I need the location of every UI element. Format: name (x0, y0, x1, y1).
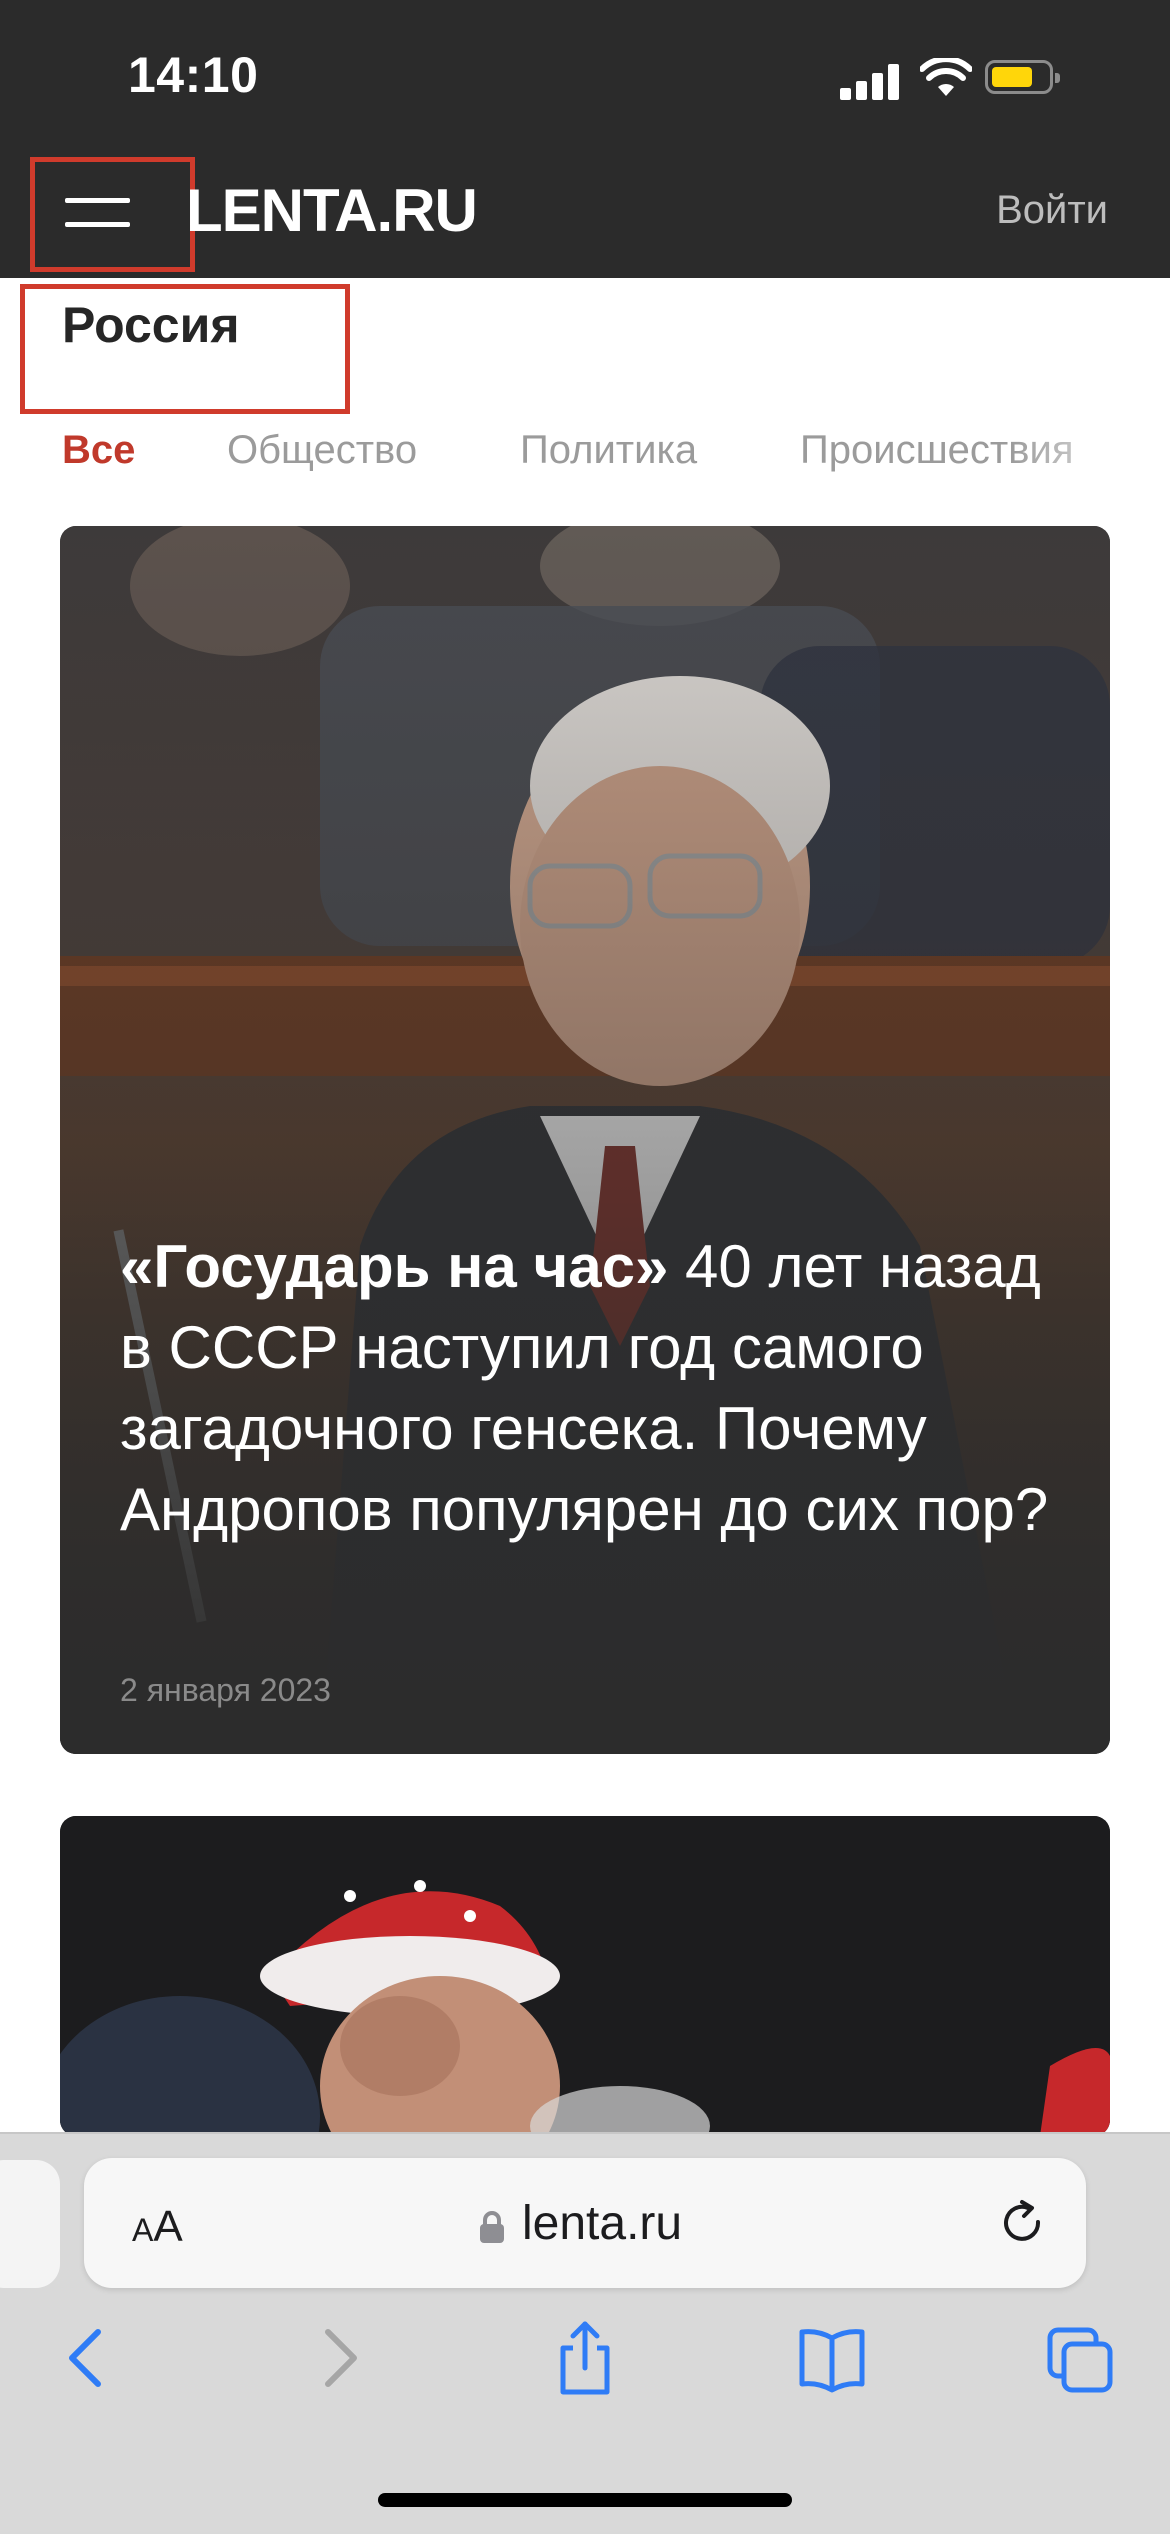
article-date: 2 января 2023 (120, 1672, 331, 1708)
text-size-small-label: A (132, 2212, 154, 2248)
login-link[interactable]: Войти (996, 188, 1108, 233)
article-headline-bold: «Государь на час» (120, 1233, 669, 1300)
cellular-signal-icon (840, 62, 900, 100)
article-card[interactable]: «Государь на час» 40 лет назад в СССР на… (60, 526, 1110, 1754)
lock-icon (480, 2211, 504, 2243)
article-headline[interactable]: «Государь на час» 40 лет назад в СССР на… (120, 1226, 1080, 1550)
section-title: Россия (62, 297, 240, 353)
status-time: 14:10 (128, 47, 259, 103)
text-size-button[interactable]: AA (132, 2202, 183, 2252)
section-tabs: Все Общество Политика Происшествия (62, 428, 1170, 478)
tab-society[interactable]: Общество (227, 428, 417, 473)
address-bar[interactable]: AA lenta.ru (84, 2158, 1086, 2288)
home-indicator (378, 2493, 792, 2507)
tab-politics[interactable]: Политика (520, 428, 697, 473)
article-card-2[interactable] (60, 1816, 1110, 2136)
top-header: 14:10 LENTA.RU Войти (0, 0, 1170, 278)
tabs-fade (1010, 428, 1170, 478)
wifi-icon (920, 58, 972, 96)
article-photo (60, 526, 1110, 1754)
text-size-big-label: A (153, 2202, 183, 2251)
tab-all[interactable]: Все (62, 428, 135, 473)
bookmarks-icon[interactable] (796, 2318, 868, 2398)
forward-icon[interactable] (304, 2318, 376, 2398)
tabs-icon[interactable] (1044, 2318, 1116, 2398)
reload-icon[interactable] (998, 2198, 1048, 2248)
previous-tab-preview[interactable] (0, 2160, 60, 2288)
article-photo-2 (60, 1816, 1110, 2136)
battery-icon (985, 60, 1060, 94)
back-icon[interactable] (50, 2318, 122, 2398)
site-logo[interactable]: LENTA.RU (186, 176, 478, 245)
share-icon[interactable] (549, 2318, 621, 2398)
hamburger-menu-button[interactable] (30, 157, 195, 272)
url-text[interactable]: lenta.ru (522, 2196, 682, 2251)
